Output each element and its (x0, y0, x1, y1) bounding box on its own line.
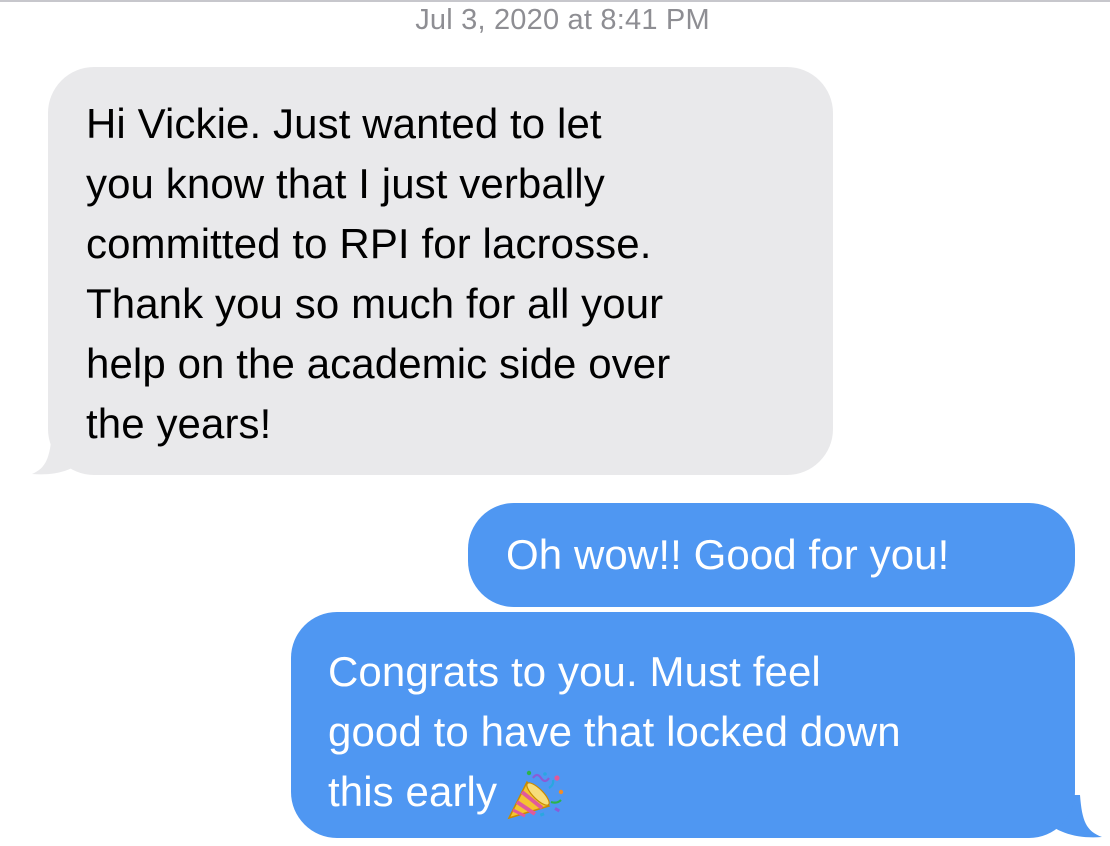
timestamp-time: 8:41 PM (600, 4, 710, 36)
sent-message-bubble[interactable]: Oh wow!! Good for you! (468, 503, 1075, 607)
message-line: Thank you so much for all your (86, 280, 664, 327)
message-line: you know that I just verbally (86, 160, 605, 207)
party-popper-icon (507, 770, 564, 820)
message-line: Oh wow!! Good for you! (506, 531, 950, 578)
message-line: this early (328, 768, 498, 815)
received-message-bubble[interactable]: Hi Vickie. Just wanted to let you know t… (48, 67, 833, 475)
message-line: committed to RPI for lacrosse. (86, 220, 652, 267)
message-line: help on the academic side over (86, 340, 671, 387)
message-line-with-emoji: this early (328, 762, 1045, 822)
message-line: Hi Vickie. Just wanted to let (86, 100, 602, 147)
message-line: the years! (86, 400, 272, 447)
sent-message-bubble[interactable]: Congrats to you. Must feel good to have … (291, 612, 1075, 838)
message-line: Congrats to you. Must feel (328, 648, 821, 695)
message-timestamp: Jul 3, 2020 at 8:41 PM (0, 4, 1110, 36)
timestamp-date: Jul 3, 2020 (415, 4, 560, 36)
message-line: good to have that locked down (328, 708, 901, 755)
top-divider (0, 0, 1110, 2)
timestamp-separator: at (567, 4, 593, 36)
